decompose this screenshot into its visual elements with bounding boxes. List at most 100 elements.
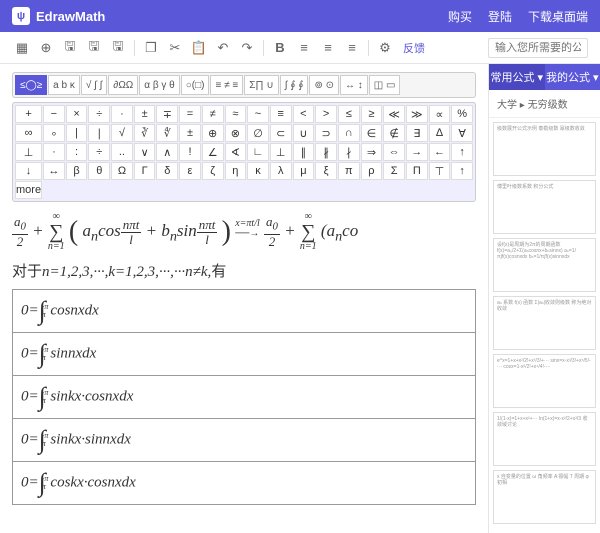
symbol-button[interactable]: ⊂ <box>270 124 292 142</box>
template-card[interactable]: e^x=1+x+x²/2!+x³/3!+··· sinx=x-x³/3!+x⁵/… <box>493 354 596 408</box>
symbol-button[interactable]: ∝ <box>429 105 451 123</box>
symbol-button[interactable]: ∛ <box>134 124 156 142</box>
symbol-button[interactable]: η <box>225 162 247 180</box>
symbol-button[interactable]: ⊥ <box>270 143 292 161</box>
breadcrumb[interactable]: 大学 ▸ 无穷级数 <box>489 90 600 118</box>
symbol-button[interactable]: − <box>43 105 65 123</box>
symbol-button[interactable]: ± <box>179 124 201 142</box>
open-file-icon[interactable]: ⊕ <box>36 38 56 58</box>
symbol-button[interactable]: ↑ <box>451 143 473 161</box>
symbol-button[interactable]: √ <box>111 124 133 142</box>
symbol-button[interactable]: λ <box>270 162 292 180</box>
symbol-button[interactable]: ρ <box>361 162 383 180</box>
symbol-button[interactable]: : <box>66 143 88 161</box>
table-row[interactable]: 0=∫-ππsinkx·sinnxdx <box>13 419 475 462</box>
symbol-button[interactable]: ↓ <box>15 162 42 180</box>
paste-icon[interactable]: 📋 <box>189 38 209 58</box>
symbol-button[interactable]: = <box>179 105 201 123</box>
export-icon[interactable]: 🖫 <box>84 38 104 58</box>
symbol-button[interactable]: μ <box>293 162 315 180</box>
cut-icon[interactable]: ✂ <box>165 38 185 58</box>
symbol-button[interactable]: ! <box>179 143 201 161</box>
symbol-button[interactable]: ∈ <box>361 124 383 142</box>
symbol-button[interactable]: ⊤ <box>429 162 451 180</box>
symbol-category[interactable]: ○(□) <box>181 75 210 95</box>
symbol-button[interactable]: Γ <box>134 162 156 180</box>
symbol-button[interactable]: ≤ <box>338 105 360 123</box>
symbol-button[interactable]: ∦ <box>315 143 337 161</box>
symbol-button[interactable]: ∣ <box>88 124 110 142</box>
symbol-button[interactable]: ± <box>134 105 156 123</box>
equation-table[interactable]: 0=∫-ππcosnxdx 0=∫-ππsinnxdx 0=∫-ππsinkx·… <box>12 289 476 505</box>
symbol-button[interactable]: ∅ <box>247 124 269 142</box>
text-line[interactable]: 对于n=1,2,3,···,k=1,2,3,···,···n≠k,有 <box>12 260 476 281</box>
tab-mine[interactable]: 我的公式 ▾ <box>545 64 600 90</box>
symbol-button[interactable]: ∜ <box>156 124 178 142</box>
symbol-category[interactable]: ◫ ▭ <box>369 75 401 95</box>
template-card[interactable]: aₙ 系数 f(x) 函数 Σ|aₙ|收敛则级数 称为绝对收敛 <box>493 296 596 350</box>
symbol-button[interactable]: | <box>66 124 88 142</box>
symbol-category[interactable]: ≤◯≥ <box>15 75 47 95</box>
table-row[interactable]: 0=∫-ππsinnxdx <box>13 333 475 376</box>
template-card[interactable]: x 自变量的位置 ω 角频率 A 振幅 T 周期 φ 初相 <box>493 470 596 524</box>
symbol-button[interactable]: ÷ <box>88 105 110 123</box>
symbol-button[interactable]: ⊥ <box>15 143 42 161</box>
symbol-button[interactable]: ∃ <box>406 124 428 142</box>
symbol-button[interactable]: ≡ <box>270 105 292 123</box>
symbol-button[interactable]: ⊕ <box>202 124 224 142</box>
symbol-button[interactable]: ≠ <box>202 105 224 123</box>
symbol-button[interactable]: ∤ <box>338 143 360 161</box>
symbol-button[interactable]: Ω <box>111 162 133 180</box>
symbol-button[interactable]: ⇒ <box>361 143 383 161</box>
save-icon[interactable]: 🖫 <box>60 38 80 58</box>
template-card[interactable]: 级数展开公式示例 泰勒级数 幂级数收敛 <box>493 122 596 176</box>
symbol-button[interactable]: κ <box>247 162 269 180</box>
template-card[interactable]: 傅里叶级数系数 积分公式 <box>493 180 596 234</box>
symbol-category[interactable]: √ ∫ ∫ <box>81 75 108 95</box>
symbol-button[interactable]: ε <box>179 162 201 180</box>
align-center-icon[interactable]: ≡ <box>318 38 338 58</box>
symbol-button[interactable]: ∠ <box>202 143 224 161</box>
symbol-button[interactable]: · <box>43 143 65 161</box>
symbol-button[interactable]: ∓ <box>156 105 178 123</box>
symbol-category[interactable]: ≡ ≠ ≡ <box>210 75 243 95</box>
symbol-button[interactable]: ζ <box>202 162 224 180</box>
symbol-button[interactable]: < <box>293 105 315 123</box>
feedback-link[interactable]: 反馈 <box>403 40 425 56</box>
print-icon[interactable]: 🖫 <box>108 38 128 58</box>
link-buy[interactable]: 购买 <box>448 8 472 25</box>
symbol-button[interactable]: ∆ <box>429 124 451 142</box>
table-row[interactable]: 0=∫-ππcosnxdx <box>13 290 475 333</box>
symbol-button[interactable]: ↔ <box>43 162 65 180</box>
symbol-button[interactable]: ↑ <box>451 162 473 180</box>
symbol-button[interactable]: ≫ <box>406 105 428 123</box>
symbol-button[interactable]: .. <box>111 143 133 161</box>
symbol-button[interactable]: ∥ <box>293 143 315 161</box>
symbol-button[interactable]: θ <box>88 162 110 180</box>
symbol-button[interactable]: ⊃ <box>315 124 337 142</box>
new-file-icon[interactable]: ▦ <box>12 38 32 58</box>
template-card[interactable]: 1/(1-x)=1+x+x²+··· ln(1+x)=x-x²/2+x³/3 收… <box>493 412 596 466</box>
symbol-button[interactable]: ∉ <box>383 124 405 142</box>
symbol-button[interactable]: ∟ <box>247 143 269 161</box>
equation-1[interactable]: a02 + ∞∑n=1 ( ancosnπtl + bnsinnπtl ) x=… <box>12 212 476 252</box>
tab-common[interactable]: 常用公式 ▾ <box>489 64 545 90</box>
symbol-button[interactable]: ∘ <box>43 124 65 142</box>
formula-canvas[interactable]: a02 + ∞∑n=1 ( ancosnπtl + bnsinnπtl ) x=… <box>12 212 476 505</box>
link-download[interactable]: 下载桌面端 <box>528 8 588 25</box>
symbol-button[interactable]: δ <box>156 162 178 180</box>
redo-icon[interactable]: ↷ <box>237 38 257 58</box>
align-left-icon[interactable]: ≡ <box>294 38 314 58</box>
symbol-category[interactable]: ∫ ∮ ∮ <box>280 75 309 95</box>
symbol-category[interactable]: α β γ θ <box>139 75 179 95</box>
symbol-button[interactable]: more <box>15 181 42 199</box>
table-row[interactable]: 0=∫-ππcoskx·cosnxdx <box>13 462 475 504</box>
symbol-button[interactable]: ≈ <box>225 105 247 123</box>
template-card[interactable]: 设f(x)是周期为2π的周期函数 f(x)=a₀/2+Σ(aₙcosnx+bₙs… <box>493 238 596 292</box>
symbol-button[interactable]: ÷ <box>88 143 110 161</box>
symbol-button[interactable]: ⇔ <box>383 143 405 161</box>
symbol-button[interactable]: % <box>451 105 473 123</box>
symbol-category[interactable]: Σ∏ ∪ <box>244 75 279 95</box>
symbol-button[interactable]: ~ <box>247 105 269 123</box>
bold-icon[interactable]: B <box>270 38 290 58</box>
